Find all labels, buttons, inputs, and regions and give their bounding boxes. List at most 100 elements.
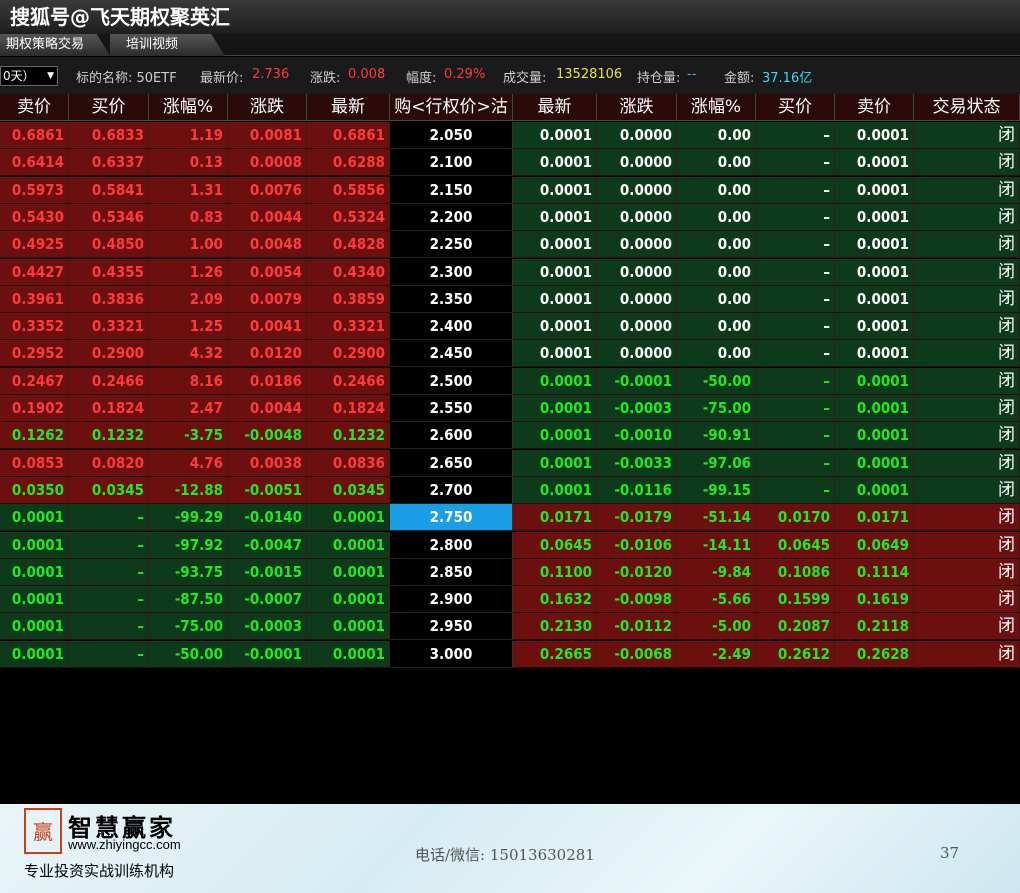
cell-put-last[interactable]: 0.1100: [513, 558, 597, 586]
cell-call-change[interactable]: 0.0186: [228, 367, 307, 395]
cell-put-bid[interactable]: –: [756, 122, 835, 149]
cell-strike[interactable]: 2.800: [390, 531, 513, 559]
cell-put-bid[interactable]: –: [756, 149, 835, 177]
cell-call-pct[interactable]: 1.26: [149, 258, 228, 286]
cell-call-change[interactable]: 0.0038: [228, 449, 307, 477]
cell-call-last[interactable]: 0.2900: [307, 340, 390, 368]
cell-call-change[interactable]: -0.0140: [228, 504, 307, 532]
cell-put-pct[interactable]: 0.00: [677, 203, 756, 231]
cell-put-last[interactable]: 0.0001: [513, 203, 597, 231]
cell-put-pct[interactable]: -50.00: [677, 367, 756, 395]
cell-call-change[interactable]: 0.0044: [228, 395, 307, 422]
cell-strike[interactable]: 2.700: [390, 476, 513, 504]
cell-put-bid[interactable]: –: [756, 258, 835, 286]
cell-put-last[interactable]: 0.1632: [513, 586, 597, 614]
cell-put-change[interactable]: -0.0003: [597, 395, 677, 422]
cell-put-change[interactable]: -0.0106: [597, 531, 677, 559]
cell-strike[interactable]: 2.150: [390, 176, 513, 204]
cell-call-bid[interactable]: –: [69, 613, 149, 641]
tab-training-video[interactable]: 培训视频: [110, 34, 225, 56]
cell-put-pct[interactable]: 0.00: [677, 231, 756, 259]
cell-call-last[interactable]: 0.0001: [307, 558, 390, 586]
cell-put-bid[interactable]: 0.1086: [756, 558, 835, 586]
header-put-last[interactable]: 最新: [513, 94, 597, 121]
cell-put-ask[interactable]: 0.0001: [835, 340, 914, 368]
cell-put-bid[interactable]: 0.1599: [756, 586, 835, 614]
cell-call-ask[interactable]: 0.4925: [0, 231, 69, 259]
cell-put-change[interactable]: -0.0098: [597, 586, 677, 614]
cell-trade-status[interactable]: 闭: [914, 258, 1020, 286]
header-put-bid[interactable]: 买价: [756, 94, 835, 121]
cell-put-last[interactable]: 0.0001: [513, 313, 597, 341]
cell-call-change[interactable]: -0.0047: [228, 531, 307, 559]
cell-call-ask[interactable]: 0.2952: [0, 340, 69, 368]
cell-trade-status[interactable]: 闭: [914, 231, 1020, 259]
cell-call-bid[interactable]: 0.1824: [69, 395, 149, 422]
cell-put-ask[interactable]: 0.2118: [835, 613, 914, 641]
cell-call-pct[interactable]: 1.25: [149, 313, 228, 341]
cell-call-bid[interactable]: –: [69, 504, 149, 532]
cell-put-bid[interactable]: –: [756, 367, 835, 395]
cell-put-pct[interactable]: -99.15: [677, 476, 756, 504]
cell-call-change[interactable]: -0.0015: [228, 558, 307, 586]
cell-call-bid[interactable]: 0.2466: [69, 367, 149, 395]
cell-put-ask[interactable]: 0.0001: [835, 313, 914, 341]
cell-put-last[interactable]: 0.0001: [513, 122, 597, 149]
cell-call-last[interactable]: 0.0001: [307, 504, 390, 532]
cell-call-last[interactable]: 0.2466: [307, 367, 390, 395]
cell-put-pct[interactable]: -75.00: [677, 395, 756, 422]
cell-put-ask[interactable]: 0.0001: [835, 258, 914, 286]
cell-trade-status[interactable]: 闭: [914, 640, 1020, 668]
cell-put-change[interactable]: 0.0000: [597, 231, 677, 259]
cell-call-change[interactable]: 0.0041: [228, 313, 307, 341]
cell-call-pct[interactable]: -50.00: [149, 640, 228, 668]
cell-call-change[interactable]: 0.0120: [228, 340, 307, 368]
cell-call-change[interactable]: 0.0048: [228, 231, 307, 259]
cell-trade-status[interactable]: 闭: [914, 203, 1020, 231]
cell-call-pct[interactable]: -87.50: [149, 586, 228, 614]
cell-call-change[interactable]: 0.0008: [228, 149, 307, 177]
cell-put-change[interactable]: -0.0112: [597, 613, 677, 641]
cell-put-ask[interactable]: 0.0001: [835, 285, 914, 313]
cell-strike[interactable]: 2.550: [390, 395, 513, 422]
cell-call-last[interactable]: 0.0001: [307, 640, 390, 668]
cell-trade-status[interactable]: 闭: [914, 122, 1020, 149]
cell-call-bid[interactable]: 0.5841: [69, 176, 149, 204]
cell-put-last[interactable]: 0.0001: [513, 258, 597, 286]
cell-trade-status[interactable]: 闭: [914, 285, 1020, 313]
cell-call-bid[interactable]: 0.0345: [69, 476, 149, 504]
cell-put-change[interactable]: 0.0000: [597, 122, 677, 149]
cell-put-last[interactable]: 0.0001: [513, 476, 597, 504]
cell-call-last[interactable]: 0.0345: [307, 476, 390, 504]
cell-put-bid[interactable]: 0.0170: [756, 504, 835, 532]
cell-call-change[interactable]: -0.0003: [228, 613, 307, 641]
header-put-change[interactable]: 涨跌: [597, 94, 677, 121]
cell-call-ask[interactable]: 0.3352: [0, 313, 69, 341]
cell-trade-status[interactable]: 闭: [914, 422, 1020, 450]
cell-call-ask[interactable]: 0.0001: [0, 504, 69, 532]
cell-call-last[interactable]: 0.0836: [307, 449, 390, 477]
header-call-pct[interactable]: 涨幅%: [149, 94, 228, 121]
cell-call-bid[interactable]: –: [69, 640, 149, 668]
cell-put-last[interactable]: 0.0001: [513, 285, 597, 313]
cell-strike[interactable]: 2.300: [390, 258, 513, 286]
cell-call-bid[interactable]: 0.3321: [69, 313, 149, 341]
cell-call-bid[interactable]: –: [69, 531, 149, 559]
cell-call-last[interactable]: 0.1824: [307, 395, 390, 422]
cell-put-bid[interactable]: –: [756, 313, 835, 341]
cell-call-change[interactable]: 0.0079: [228, 285, 307, 313]
cell-trade-status[interactable]: 闭: [914, 367, 1020, 395]
header-trade-status[interactable]: 交易状态: [914, 94, 1020, 121]
cell-call-last[interactable]: 0.4340: [307, 258, 390, 286]
cell-put-pct[interactable]: 0.00: [677, 313, 756, 341]
cell-trade-status[interactable]: 闭: [914, 176, 1020, 204]
cell-put-bid[interactable]: –: [756, 176, 835, 204]
cell-call-ask[interactable]: 0.0001: [0, 586, 69, 614]
cell-put-bid[interactable]: –: [756, 231, 835, 259]
header-call-bid[interactable]: 买价: [69, 94, 149, 121]
cell-call-last[interactable]: 0.3321: [307, 313, 390, 341]
cell-call-ask[interactable]: 0.1902: [0, 395, 69, 422]
cell-call-ask[interactable]: 0.5973: [0, 176, 69, 204]
cell-put-bid[interactable]: –: [756, 285, 835, 313]
period-select[interactable]: 0天） ▼: [0, 66, 58, 86]
